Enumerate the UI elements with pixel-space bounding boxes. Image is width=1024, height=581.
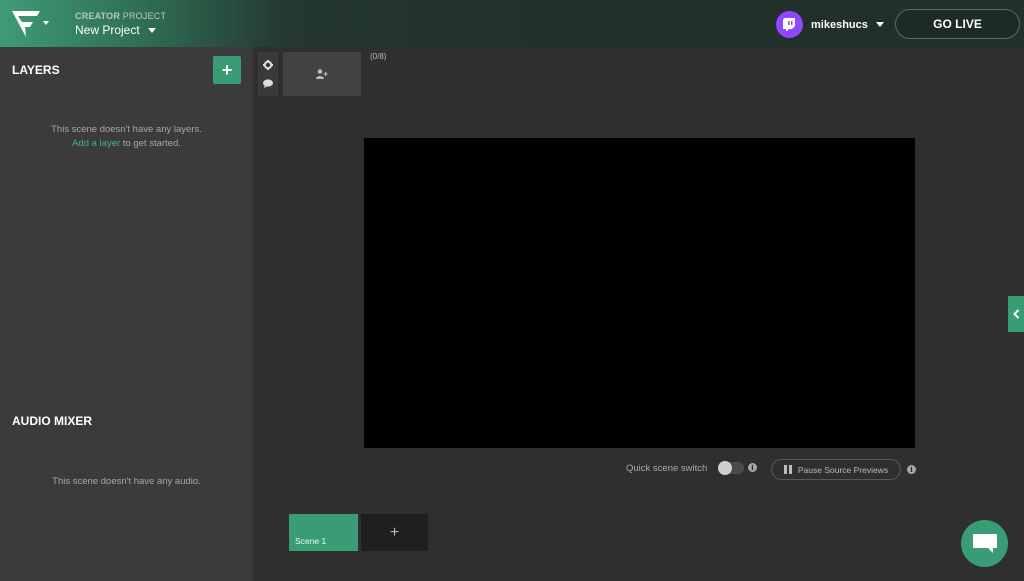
guest-tools	[258, 52, 278, 96]
add-layer-button[interactable]: +	[213, 56, 241, 84]
layers-empty-message: This scene doesn't have any layers. Add …	[51, 124, 202, 149]
scene-preview-canvas[interactable]	[364, 138, 915, 448]
left-sidebar: LAYERS + This scene doesn't have any lay…	[0, 47, 253, 581]
quick-scene-switch-toggle[interactable]	[718, 461, 744, 475]
collapse-panel-tab[interactable]	[1008, 296, 1024, 332]
chevron-left-icon	[1012, 309, 1019, 319]
pause-source-previews-button[interactable]: Pause Source Previews	[771, 459, 901, 480]
brand-logo-icon[interactable]	[11, 10, 51, 38]
quick-scene-switch-label: Quick scene switch	[626, 463, 708, 474]
chevron-down-icon	[875, 22, 884, 27]
username: mikeshucs	[811, 18, 868, 31]
guest-count: (0/8)	[370, 52, 387, 61]
info-icon[interactable]: i	[748, 463, 757, 472]
audio-empty-message: This scene doesn't have any audio.	[52, 476, 201, 487]
chevron-down-icon	[147, 27, 156, 33]
project-kind-label: CREATOR PROJECT	[75, 11, 167, 21]
pause-icon	[783, 465, 792, 474]
add-scene-button[interactable]: +	[361, 514, 428, 551]
support-chat-button[interactable]	[961, 520, 1008, 567]
top-bar: CREATOR PROJECT New Project mikeshucs GO…	[0, 0, 1024, 47]
project-name: New Project	[75, 23, 140, 37]
add-user-icon	[316, 69, 328, 79]
chat-bubble-icon	[972, 533, 997, 553]
user-menu[interactable]: mikeshucs	[776, 11, 884, 38]
gear-icon[interactable]	[263, 60, 273, 70]
go-live-button[interactable]: GO LIVE	[895, 9, 1020, 39]
scene-label: Scene 1	[295, 536, 327, 546]
add-guest-slot[interactable]	[283, 52, 361, 96]
twitch-avatar-icon	[776, 11, 803, 38]
layers-title: LAYERS	[12, 63, 60, 77]
scene-tile[interactable]: Scene 1	[289, 514, 358, 551]
project-selector[interactable]: New Project	[75, 23, 156, 37]
audio-mixer-title: AUDIO MIXER	[12, 414, 93, 428]
add-layer-link[interactable]: Add a layer	[72, 138, 120, 149]
info-icon[interactable]: i	[907, 465, 916, 474]
chat-bubble-icon[interactable]	[263, 78, 273, 88]
